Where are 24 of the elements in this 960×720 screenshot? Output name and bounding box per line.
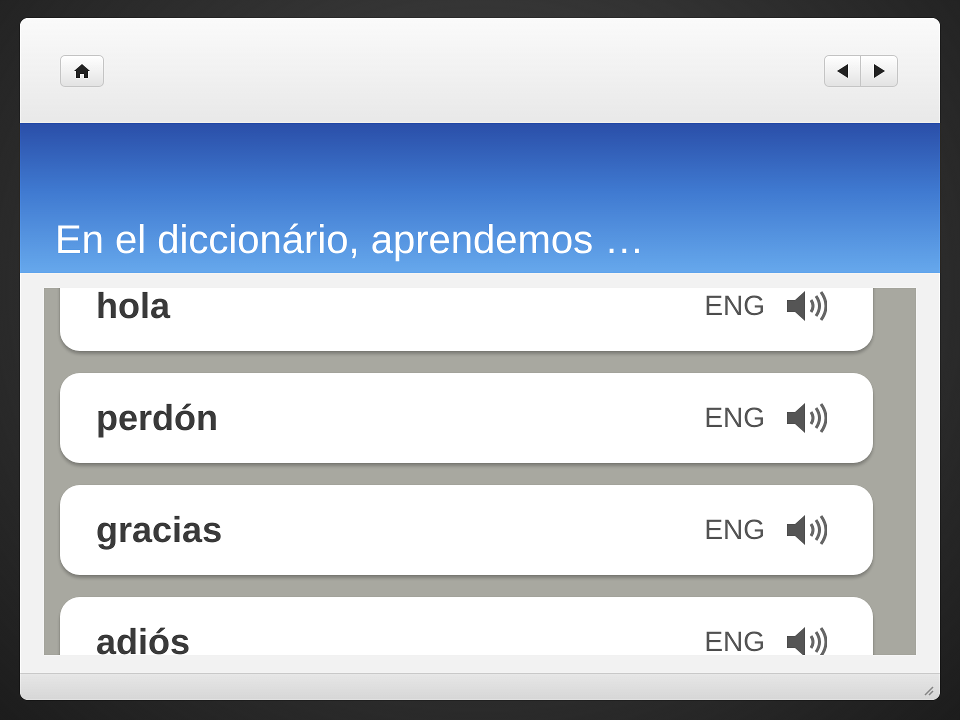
speaker-icon[interactable] — [785, 625, 827, 655]
word-row[interactable]: adiós ENG — [60, 597, 873, 655]
word-text: gracias — [96, 511, 224, 549]
speaker-icon[interactable] — [785, 289, 827, 323]
previous-button[interactable] — [824, 54, 861, 86]
resize-grip-icon — [922, 684, 934, 696]
word-row[interactable]: gracias ENG — [60, 485, 873, 575]
language-label: ENG — [704, 515, 765, 545]
next-button[interactable] — [861, 54, 898, 86]
language-label: ENG — [704, 291, 765, 321]
word-text: hola — [96, 288, 172, 325]
speaker-icon[interactable] — [785, 513, 827, 547]
home-button[interactable] — [60, 54, 104, 86]
word-text: perdón — [96, 399, 219, 437]
left-triangle-icon — [836, 64, 848, 78]
slide-title: En el diccionário, aprendemos … — [55, 218, 644, 263]
word-text: adiós — [96, 623, 192, 655]
word-row[interactable]: hola ENG — [60, 288, 873, 351]
language-label: ENG — [704, 403, 765, 433]
word-row[interactable]: perdón ENG — [60, 373, 873, 463]
speaker-icon[interactable] — [785, 401, 827, 435]
home-icon — [73, 62, 91, 78]
language-label: ENG — [704, 627, 765, 655]
right-triangle-icon — [873, 64, 885, 78]
